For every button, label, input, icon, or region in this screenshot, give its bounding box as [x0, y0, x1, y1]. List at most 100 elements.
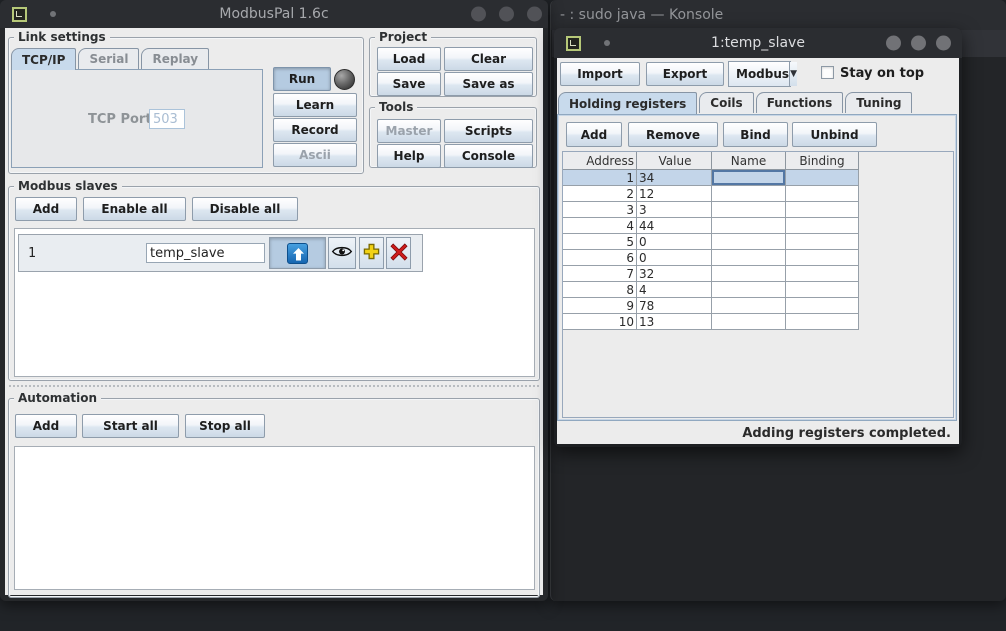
- register-add-button[interactable]: Add: [566, 122, 622, 147]
- slave-view-button[interactable]: [328, 237, 356, 269]
- register-cell[interactable]: 3: [563, 202, 637, 218]
- register-cell[interactable]: [712, 298, 786, 314]
- register-cell[interactable]: 4: [563, 218, 637, 234]
- konsole-titlebar[interactable]: - : sudo java — Konsole: [551, 0, 1006, 30]
- register-cell[interactable]: [786, 218, 859, 234]
- slave-automation-button[interactable]: [359, 237, 384, 269]
- maximize-button[interactable]: [911, 36, 926, 51]
- register-cell[interactable]: 1: [563, 170, 637, 186]
- register-cell[interactable]: [712, 314, 786, 330]
- register-cell[interactable]: [786, 250, 859, 266]
- register-cell[interactable]: 8: [563, 282, 637, 298]
- disable-all-button[interactable]: Disable all: [192, 197, 298, 221]
- learn-button[interactable]: Learn: [273, 93, 357, 117]
- tab-tcpip[interactable]: TCP/IP: [11, 48, 76, 70]
- register-row[interactable]: 444: [563, 218, 953, 234]
- register-row[interactable]: 50: [563, 234, 953, 250]
- register-unbind-button[interactable]: Unbind: [792, 122, 877, 147]
- start-all-button[interactable]: Start all: [82, 414, 179, 438]
- clear-button[interactable]: Clear: [444, 47, 533, 71]
- protocol-combobox[interactable]: Modbus ▼: [728, 61, 791, 87]
- tab-holding-registers[interactable]: Holding registers: [558, 92, 697, 114]
- tcp-port-input[interactable]: [149, 109, 185, 129]
- column-header-value[interactable]: Value: [637, 152, 712, 170]
- splitter-handle[interactable]: [8, 384, 540, 389]
- register-cell[interactable]: 32: [637, 266, 712, 282]
- register-cell[interactable]: [786, 266, 859, 282]
- close-button[interactable]: [936, 36, 951, 51]
- maximize-button[interactable]: [499, 7, 514, 22]
- tab-coils[interactable]: Coils: [699, 92, 753, 113]
- console-button[interactable]: Console: [444, 144, 533, 168]
- help-button[interactable]: Help: [377, 144, 441, 168]
- register-cell[interactable]: [712, 186, 786, 202]
- register-row[interactable]: 732: [563, 266, 953, 282]
- scripts-button[interactable]: Scripts: [444, 119, 533, 143]
- tab-serial[interactable]: Serial: [78, 48, 139, 69]
- column-header-address[interactable]: Address: [563, 152, 637, 170]
- register-row[interactable]: 134: [563, 170, 953, 186]
- tab-replay[interactable]: Replay: [141, 48, 209, 69]
- register-row[interactable]: 60: [563, 250, 953, 266]
- import-button[interactable]: Import: [560, 62, 640, 86]
- register-row[interactable]: 212: [563, 186, 953, 202]
- tab-tuning[interactable]: Tuning: [845, 92, 912, 113]
- register-cell[interactable]: [786, 234, 859, 250]
- record-button[interactable]: Record: [273, 118, 357, 142]
- register-cell[interactable]: 12: [637, 186, 712, 202]
- register-cell[interactable]: [712, 218, 786, 234]
- register-row[interactable]: 978: [563, 298, 953, 314]
- register-cell[interactable]: 0: [637, 234, 712, 250]
- register-cell[interactable]: 2: [563, 186, 637, 202]
- register-cell[interactable]: [712, 250, 786, 266]
- export-button[interactable]: Export: [646, 62, 724, 86]
- register-row[interactable]: 1013: [563, 314, 953, 330]
- slave-add-button[interactable]: Add: [15, 197, 77, 221]
- column-header-name[interactable]: Name: [712, 152, 786, 170]
- register-cell[interactable]: 7: [563, 266, 637, 282]
- run-toggle-button[interactable]: Run: [273, 67, 331, 91]
- stay-on-top-checkbox[interactable]: [821, 66, 834, 79]
- save-as-button[interactable]: Save as: [444, 72, 533, 96]
- minimize-button[interactable]: [471, 7, 486, 22]
- slave-row[interactable]: 1: [18, 234, 423, 272]
- register-cell[interactable]: [786, 186, 859, 202]
- register-row[interactable]: 33: [563, 202, 953, 218]
- load-button[interactable]: Load: [377, 47, 441, 71]
- slave-name-input[interactable]: [146, 243, 265, 263]
- slave-window-titlebar[interactable]: 1:temp_slave: [554, 28, 962, 58]
- register-cell[interactable]: 34: [637, 170, 712, 186]
- register-bind-button[interactable]: Bind: [723, 122, 788, 147]
- register-cell[interactable]: 4: [637, 282, 712, 298]
- register-cell[interactable]: [712, 170, 786, 186]
- register-cell[interactable]: 6: [563, 250, 637, 266]
- close-button[interactable]: [527, 7, 542, 22]
- register-cell[interactable]: [712, 266, 786, 282]
- register-cell[interactable]: 3: [637, 202, 712, 218]
- register-cell[interactable]: [786, 282, 859, 298]
- register-cell[interactable]: 9: [563, 298, 637, 314]
- register-cell[interactable]: [712, 282, 786, 298]
- register-cell[interactable]: [712, 202, 786, 218]
- registers-scrollpane[interactable]: AddressValueNameBinding 1342123344450607…: [562, 151, 954, 418]
- minimize-button[interactable]: [886, 36, 901, 51]
- slave-delete-button[interactable]: [386, 237, 411, 269]
- register-cell[interactable]: [786, 314, 859, 330]
- register-cell[interactable]: [786, 298, 859, 314]
- automation-add-button[interactable]: Add: [15, 414, 77, 438]
- register-row[interactable]: 84: [563, 282, 953, 298]
- enable-all-button[interactable]: Enable all: [83, 197, 186, 221]
- register-cell[interactable]: 10: [563, 314, 637, 330]
- register-cell[interactable]: 0: [637, 250, 712, 266]
- save-button[interactable]: Save: [377, 72, 441, 96]
- register-remove-button[interactable]: Remove: [628, 122, 718, 147]
- stop-all-button[interactable]: Stop all: [185, 414, 265, 438]
- register-cell[interactable]: [712, 234, 786, 250]
- slave-enabled-toggle[interactable]: [269, 237, 326, 269]
- register-cell[interactable]: 5: [563, 234, 637, 250]
- column-header-binding[interactable]: Binding: [786, 152, 859, 170]
- register-cell[interactable]: 44: [637, 218, 712, 234]
- tab-functions[interactable]: Functions: [756, 92, 844, 113]
- modbuspal-titlebar[interactable]: ModbusPal 1.6c: [0, 0, 548, 28]
- register-cell[interactable]: [786, 202, 859, 218]
